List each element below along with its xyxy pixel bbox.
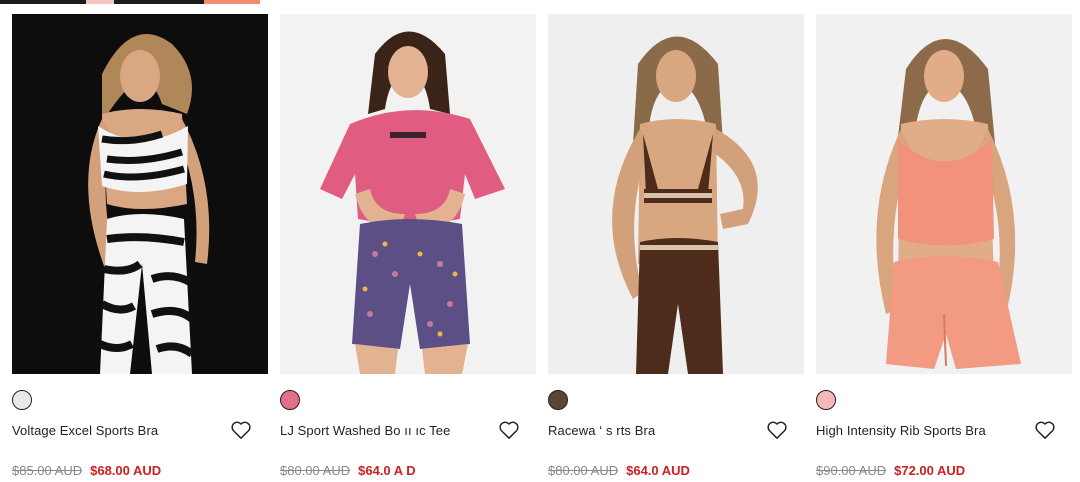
product-card[interactable]: LJ Sport Washed Bo​ ıı​ ıc Tee $80.00 AU… — [280, 14, 536, 482]
product-image-pink-tee[interactable] — [280, 14, 536, 374]
product-name[interactable]: Voltage Excel Sports Bra — [12, 423, 158, 438]
product-card[interactable]: Voltage Excel Sports Bra $85.00 AUD $68.0… — [12, 14, 268, 482]
product-card[interactable]: Racewa​ ‘ s​ rts Bra $80.00 AUD $64.0 ​AU… — [548, 14, 804, 482]
strip-segment — [0, 0, 86, 4]
product-grid: Voltage Excel Sports Bra $85.00 AUD $68.0… — [12, 14, 1072, 482]
price: $80.00 AUD $64.0​ A​ D — [280, 463, 416, 478]
original-price: $80.00 AUD — [280, 463, 351, 478]
price: $85.00 AUD $68.00 AUD — [12, 463, 161, 478]
product-name[interactable]: LJ Sport Washed Bo​ ıı​ ıc Tee — [280, 423, 450, 438]
heart-icon[interactable] — [230, 420, 252, 440]
sale-price: $64.0​ A​ D — [358, 463, 416, 478]
original-price: $80.00 AUD — [548, 463, 619, 478]
color-swatch[interactable] — [816, 390, 836, 410]
strip-segment — [114, 0, 204, 4]
sale-price: $64.0 ​AUD — [626, 463, 690, 478]
product-card[interactable]: High Intensity Rib Sports Bra $90.00 AUD… — [816, 14, 1072, 482]
product-name[interactable]: Racewa​ ‘ s​ rts Bra — [548, 423, 655, 438]
heart-icon[interactable] — [766, 420, 788, 440]
strip-segment — [86, 0, 114, 4]
heart-icon[interactable] — [498, 420, 520, 440]
color-swatch[interactable] — [548, 390, 568, 410]
heart-icon[interactable] — [1034, 420, 1056, 440]
original-price: $85.00 AUD — [12, 463, 83, 478]
product-image-peach-set[interactable] — [816, 14, 1072, 374]
strip-segment — [204, 0, 260, 4]
color-swatch[interactable] — [280, 390, 300, 410]
product-name[interactable]: High Intensity Rib Sports Bra — [816, 423, 986, 438]
product-image-brown-set[interactable] — [548, 14, 804, 374]
sale-price: $68.00 AUD — [90, 463, 162, 478]
price: $90.00 AUD $72.00 AUD — [816, 463, 965, 478]
top-image-strip — [0, 0, 260, 4]
original-price: $90.00 AUD — [816, 463, 887, 478]
sale-price: $72.00 AUD — [894, 463, 966, 478]
color-swatch[interactable] — [12, 390, 32, 410]
price: $80.00 AUD $64.0 ​AUD — [548, 463, 690, 478]
product-image-zebra[interactable] — [12, 14, 268, 374]
